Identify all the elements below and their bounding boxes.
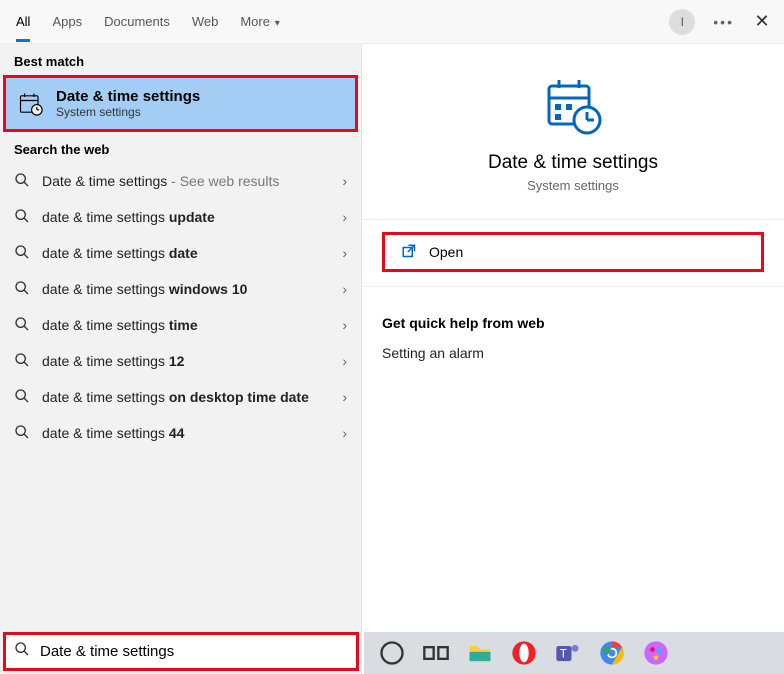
results-panel: Best match Date & time settings System s…	[0, 44, 362, 674]
search-icon	[14, 280, 32, 299]
search-icon	[14, 244, 32, 263]
detail-subtitle: System settings	[382, 178, 764, 193]
search-icon	[14, 641, 32, 662]
web-result-item[interactable]: date & time settings 12 ›	[0, 343, 361, 379]
best-match-heading: Best match	[0, 44, 361, 75]
paint3d-icon[interactable]	[642, 639, 670, 667]
web-result-text: Date & time settings - See web results	[42, 172, 309, 190]
open-button[interactable]: Open	[382, 232, 764, 272]
open-icon	[401, 243, 419, 261]
open-label: Open	[429, 244, 463, 260]
search-icon	[14, 388, 32, 407]
chevron-right-icon: ›	[342, 353, 347, 369]
chevron-down-icon: ▾	[272, 18, 280, 29]
best-match-result[interactable]: Date & time settings System settings	[3, 75, 358, 132]
cortana-icon[interactable]	[378, 639, 406, 667]
teams-icon[interactable]: T	[554, 639, 582, 667]
search-box[interactable]	[3, 632, 359, 671]
file-explorer-icon[interactable]	[466, 639, 494, 667]
opera-icon[interactable]	[510, 639, 538, 667]
web-result-text: date & time settings update	[42, 208, 245, 226]
web-result-text: date & time settings 12	[42, 352, 214, 370]
chevron-right-icon: ›	[342, 209, 347, 225]
tab-all[interactable]: All	[16, 2, 30, 42]
search-icon	[14, 316, 32, 335]
chevron-right-icon: ›	[342, 281, 347, 297]
chevron-right-icon: ›	[342, 389, 347, 405]
task-view-icon[interactable]	[422, 639, 450, 667]
web-result-item[interactable]: date & time settings 44 ›	[0, 415, 361, 451]
search-icon	[14, 352, 32, 371]
help-heading: Get quick help from web	[382, 315, 764, 331]
chevron-right-icon: ›	[342, 317, 347, 333]
more-options-icon[interactable]: •••	[713, 14, 734, 30]
web-result-text: date & time settings on desktop time dat…	[42, 388, 339, 406]
search-icon	[14, 172, 32, 191]
web-result-item[interactable]: date & time settings windows 10 ›	[0, 271, 361, 307]
top-bar: All Apps Documents Web More ▾ I ••• ✕	[0, 0, 784, 44]
scope-tabs: All Apps Documents Web More ▾	[16, 2, 280, 42]
taskbar: T	[364, 632, 784, 674]
tab-more[interactable]: More ▾	[240, 2, 279, 42]
detail-title: Date & time settings	[382, 152, 764, 174]
tab-apps[interactable]: Apps	[52, 2, 82, 42]
web-result-item[interactable]: date & time settings time ›	[0, 307, 361, 343]
user-avatar[interactable]: I	[669, 9, 695, 35]
close-icon[interactable]: ✕	[752, 11, 772, 32]
date-time-icon	[16, 89, 46, 119]
web-result-item[interactable]: date & time settings update ›	[0, 199, 361, 235]
search-input[interactable]	[40, 643, 348, 660]
search-icon	[14, 208, 32, 227]
chevron-right-icon: ›	[342, 173, 347, 189]
web-results-list: Date & time settings - See web results ›…	[0, 163, 361, 674]
svg-text:T: T	[560, 648, 567, 661]
web-result-text: date & time settings time	[42, 316, 228, 334]
divider	[362, 219, 784, 220]
divider	[362, 286, 784, 287]
chevron-right-icon: ›	[342, 425, 347, 441]
search-icon	[14, 424, 32, 443]
web-result-text: date & time settings date	[42, 244, 228, 262]
web-result-item[interactable]: Date & time settings - See web results ›	[0, 163, 361, 199]
web-result-text: date & time settings windows 10	[42, 280, 277, 298]
tab-documents[interactable]: Documents	[104, 2, 170, 42]
best-match-title: Date & time settings	[56, 88, 200, 105]
detail-panel: Date & time settings System settings Ope…	[362, 44, 784, 674]
tab-web[interactable]: Web	[192, 2, 219, 42]
web-heading: Search the web	[0, 132, 361, 163]
chrome-icon[interactable]	[598, 639, 626, 667]
web-result-item[interactable]: date & time settings on desktop time dat…	[0, 379, 361, 415]
best-match-subtitle: System settings	[56, 105, 200, 119]
help-link-alarm[interactable]: Setting an alarm	[382, 345, 764, 361]
web-result-item[interactable]: date & time settings date ›	[0, 235, 361, 271]
detail-icon	[382, 74, 764, 138]
chevron-right-icon: ›	[342, 245, 347, 261]
web-result-text: date & time settings 44	[42, 424, 214, 442]
